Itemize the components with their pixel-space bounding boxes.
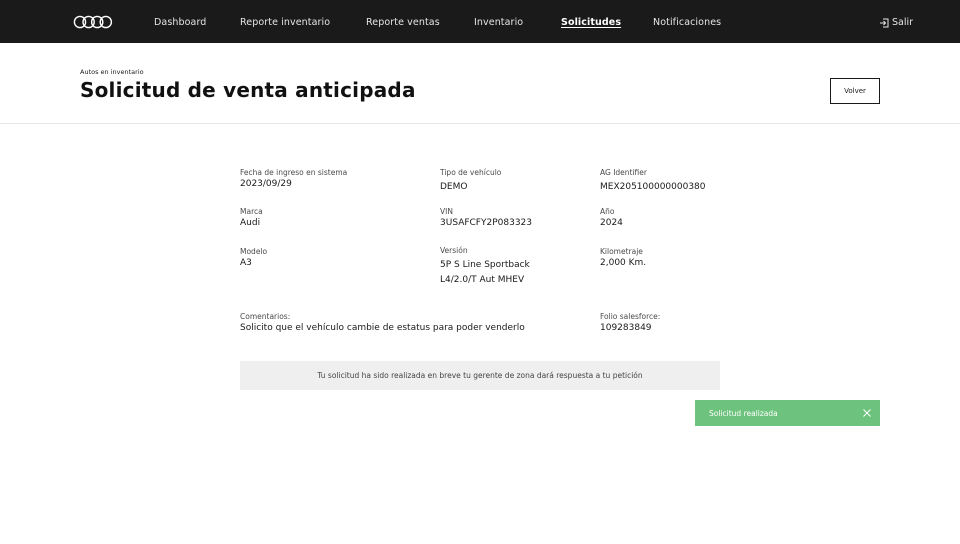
field-value: DEMO: [440, 182, 468, 192]
field-version: Versión 5P S Line Sportback L4/2.0/T Aut…: [440, 246, 530, 288]
audi-rings-logo-icon[interactable]: [73, 15, 113, 29]
field-label: Folio salesforce:: [600, 312, 661, 321]
nav-item-dashboard[interactable]: Dashboard: [154, 17, 206, 28]
field-ag-identifier: AG Identifier MEX205100000000380: [600, 168, 706, 195]
field-modelo: Modelo A3: [240, 247, 267, 271]
nav-item-reporte-inventario[interactable]: Reporte inventario: [240, 17, 330, 28]
field-value: MEX205100000000380: [600, 182, 706, 192]
back-button[interactable]: Volver: [830, 78, 880, 104]
logout-icon: [880, 18, 889, 27]
field-value: Audi: [240, 218, 261, 228]
field-label: Kilometraje: [600, 247, 643, 256]
confirmation-notice: Tu solicitud ha sido realizada en breve …: [240, 361, 720, 390]
field-kilometraje: Kilometraje 2,000 Km.: [600, 247, 646, 271]
field-folio-salesforce: Folio salesforce: 109283849: [600, 312, 660, 336]
field-value: 3USAFCFY2P083323: [440, 218, 532, 228]
field-vin: VIN 3USAFCFY2P083323: [440, 207, 532, 231]
toast-message: Solicitud realizada: [709, 408, 778, 418]
top-navigation-bar: Dashboard Reporte inventario Reporte ven…: [0, 0, 960, 43]
page-header: Autos en inventario Solicitud de venta a…: [0, 43, 960, 124]
breadcrumb[interactable]: Autos en inventario: [80, 68, 144, 76]
field-value-line2: L4/2.0/T Aut MHEV: [440, 275, 525, 285]
field-value: A3: [240, 258, 252, 268]
nav-item-inventario[interactable]: Inventario: [474, 17, 523, 28]
field-label: Comentarios:: [240, 312, 291, 321]
field-value: 2024: [600, 218, 623, 228]
nav-item-reporte-ventas[interactable]: Reporte ventas: [366, 17, 440, 28]
field-value: 109283849: [600, 323, 652, 333]
field-value: Solicito que el vehículo cambie de estat…: [240, 323, 525, 333]
field-label: VIN: [440, 207, 453, 216]
field-fecha-ingreso: Fecha de ingreso en sistema 2023/09/29: [240, 168, 347, 192]
page-title: Solicitud de venta anticipada: [80, 78, 416, 102]
field-marca: Marca Audi: [240, 207, 263, 231]
close-icon[interactable]: [862, 408, 872, 418]
field-label: Modelo: [240, 247, 268, 256]
field-label: Marca: [240, 207, 263, 216]
field-value-line1: 5P S Line Sportback: [440, 260, 530, 270]
logout-label: Salir: [892, 17, 914, 28]
field-label: Tipo de vehículo: [440, 168, 502, 177]
field-label: Año: [600, 207, 615, 216]
field-tipo-vehiculo: Tipo de vehículo DEMO: [440, 168, 501, 195]
nav-item-solicitudes[interactable]: Solicitudes: [561, 17, 621, 28]
field-label: Versión: [440, 246, 468, 255]
logout-button[interactable]: Salir: [879, 17, 913, 28]
field-anio: Año 2024: [600, 207, 623, 231]
field-label: AG Identifier: [600, 168, 647, 177]
field-label: Fecha de ingreso en sistema: [240, 168, 348, 177]
nav-item-notificaciones[interactable]: Notificaciones: [653, 17, 721, 28]
field-value: 2,000 Km.: [600, 258, 647, 268]
success-toast: Solicitud realizada: [695, 400, 880, 426]
field-value: 2023/09/29: [240, 179, 292, 189]
field-comentarios: Comentarios: Solicito que el vehículo ca…: [240, 312, 525, 336]
